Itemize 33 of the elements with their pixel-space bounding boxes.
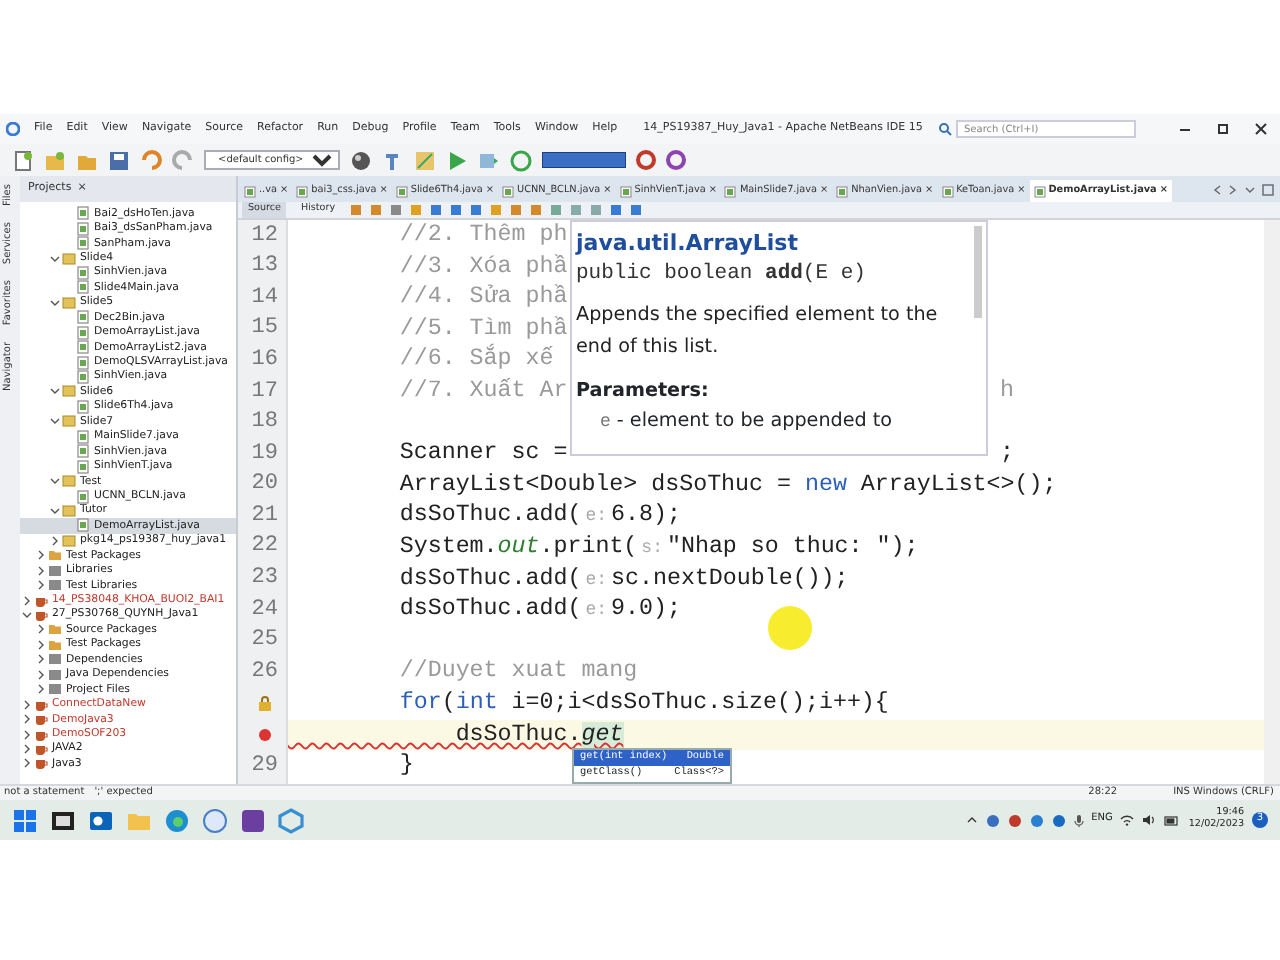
line-number: 18 bbox=[249, 408, 278, 439]
code-line[interactable]: dsSoThuc.get bbox=[288, 717, 624, 753]
line-number: 26 bbox=[249, 657, 278, 688]
code-line[interactable]: } bbox=[288, 748, 414, 784]
code-line[interactable]: dsSoThuc.add( e: 6.8); bbox=[288, 498, 681, 534]
code-line[interactable]: dsSoThuc.add( e: 9.0); bbox=[288, 592, 681, 628]
line-number: 29 bbox=[249, 751, 278, 782]
code-line[interactable]: dsSoThuc.add( e: sc.nextDouble()); bbox=[288, 561, 849, 597]
line-number: 23 bbox=[249, 564, 278, 595]
description-text: Appends the specified element to the end of this list. bbox=[576, 302, 940, 362]
parameter-name: e bbox=[600, 412, 611, 432]
line-number: 12 bbox=[249, 221, 278, 252]
method-signature: public boolean add(E e) bbox=[576, 260, 868, 290]
line-number: 15 bbox=[249, 314, 278, 345]
line-number: 24 bbox=[249, 595, 278, 626]
parameters-heading: Parameters: bbox=[576, 378, 711, 406]
code-line[interactable]: ArrayList<Double> dsSoThuc = new ArrayList<>(); bbox=[288, 467, 1057, 503]
code-line[interactable]: for(int i=0;i<dsSoThuc.size();i++){ bbox=[288, 685, 889, 721]
class-name: java.util.ArrayList bbox=[576, 228, 800, 258]
line-number: 19 bbox=[249, 439, 278, 470]
line-number: 16 bbox=[249, 345, 278, 376]
line-number: 20 bbox=[249, 470, 278, 501]
code-line[interactable]: System.out.print( s: "Nhap so thuc: "); bbox=[288, 530, 919, 565]
line-number: 13 bbox=[249, 252, 278, 283]
line-number: 17 bbox=[249, 377, 278, 408]
parameter-description: - element to be appended to bbox=[616, 410, 893, 432]
line-number: 25 bbox=[249, 626, 278, 657]
code-text: h bbox=[1000, 376, 1016, 409]
line-number: 21 bbox=[249, 501, 278, 532]
line-number: 14 bbox=[249, 283, 278, 314]
code-line[interactable]: Scanner sc = bbox=[288, 436, 568, 472]
code-text: ; bbox=[1000, 438, 1016, 471]
line-number: 22 bbox=[249, 532, 278, 563]
